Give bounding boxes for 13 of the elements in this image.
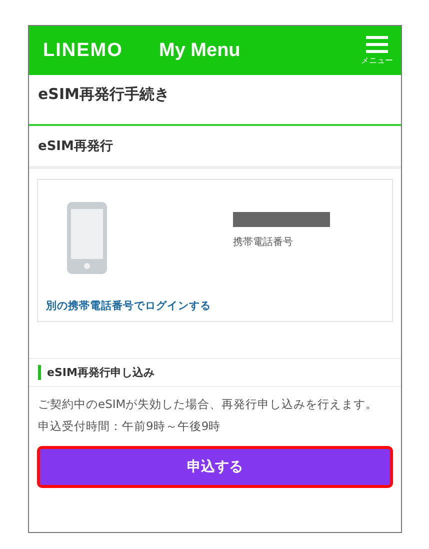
logo: LINEMO [43, 40, 124, 62]
accent-bar [38, 365, 41, 380]
header-title: My Menu [159, 40, 242, 62]
phone-number-label: 携帯電話番号 [233, 236, 294, 249]
switch-number-link[interactable]: 別の携帯電話番号でログインする [46, 300, 211, 312]
menu-icon [366, 36, 388, 54]
apply-button[interactable]: 申込する [37, 446, 393, 488]
smartphone-icon [67, 202, 107, 274]
section-title: eSIM再発行 [29, 126, 401, 169]
description-text: ご契約中のeSIMが失効した場合、再発行申し込みを行えます。 [38, 396, 379, 413]
page-title: eSIM再発行手続き [29, 75, 401, 126]
hours-text: 申込受付時間：午前9時～午後9時 [38, 418, 222, 436]
subsection-title: eSIM再発行申し込み [47, 365, 154, 380]
